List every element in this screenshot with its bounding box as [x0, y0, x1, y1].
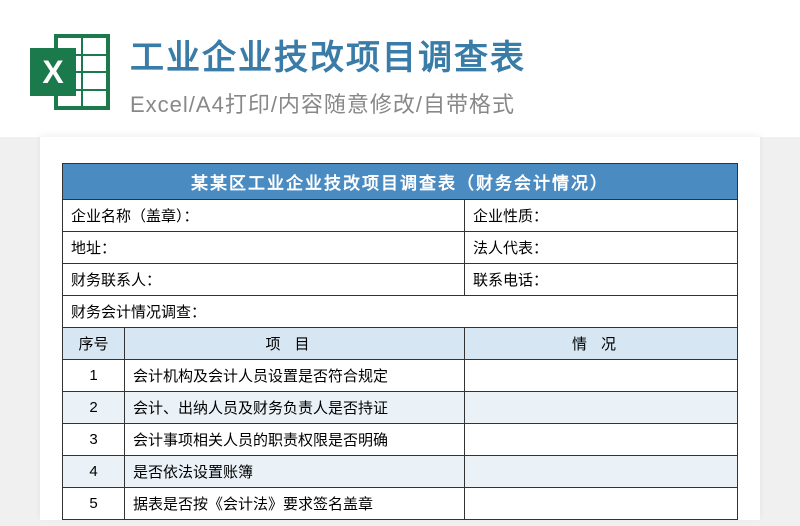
- table-row: 2 会计、出纳人员及财务负责人是否持证: [63, 392, 738, 424]
- table-row: 3 会计事项相关人员的职责权限是否明确: [63, 424, 738, 456]
- excel-file-icon: X: [30, 34, 110, 114]
- row-status: [465, 424, 738, 456]
- table-row: 5 据表是否按《会计法》要求签名盖章: [63, 488, 738, 520]
- row-item: 会计、出纳人员及财务负责人是否持证: [125, 392, 465, 424]
- section-label: 财务会计情况调查：: [63, 296, 738, 328]
- row-item: 是否依法设置账簿: [125, 456, 465, 488]
- column-header-row: 序号 项目 情况: [63, 328, 738, 360]
- excel-x-badge: X: [30, 48, 76, 96]
- document-preview: 某某区工业企业技改项目调查表（财务会计情况） 企业名称（盖章）： 企业性质： 地…: [40, 137, 760, 520]
- row-item: 会计机构及会计人员设置是否符合规定: [125, 360, 465, 392]
- col-header-item: 项目: [125, 328, 465, 360]
- row-item: 据表是否按《会计法》要求签名盖章: [125, 488, 465, 520]
- table-row: 1 会计机构及会计人员设置是否符合规定: [63, 360, 738, 392]
- col-header-seq: 序号: [63, 328, 125, 360]
- survey-form-table: 某某区工业企业技改项目调查表（财务会计情况） 企业名称（盖章）： 企业性质： 地…: [62, 163, 738, 520]
- col-header-status: 情况: [465, 328, 738, 360]
- row-status: [465, 392, 738, 424]
- row-status: [465, 488, 738, 520]
- table-row: 4 是否依法设置账簿: [63, 456, 738, 488]
- section-label-row: 财务会计情况调查：: [63, 296, 738, 328]
- form-title: 某某区工业企业技改项目调查表（财务会计情况）: [63, 164, 738, 200]
- legal-rep-label: 法人代表：: [465, 232, 738, 264]
- row-seq: 4: [63, 456, 125, 488]
- page-subtitle: Excel/A4打印/内容随意修改/自带格式: [130, 87, 760, 119]
- row-seq: 1: [63, 360, 125, 392]
- address-label: 地址：: [63, 232, 465, 264]
- title-block: 工业企业技改项目调查表 Excel/A4打印/内容随意修改/自带格式: [130, 30, 760, 119]
- header-section: X 工业企业技改项目调查表 Excel/A4打印/内容随意修改/自带格式: [0, 0, 800, 137]
- row-status: [465, 456, 738, 488]
- info-row-contact: 财务联系人： 联系电话：: [63, 264, 738, 296]
- row-status: [465, 360, 738, 392]
- company-name-label: 企业名称（盖章）：: [63, 200, 465, 232]
- page-title: 工业企业技改项目调查表: [130, 30, 760, 79]
- row-seq: 5: [63, 488, 125, 520]
- phone-label: 联系电话：: [465, 264, 738, 296]
- row-seq: 3: [63, 424, 125, 456]
- finance-contact-label: 财务联系人：: [63, 264, 465, 296]
- info-row-address: 地址： 法人代表：: [63, 232, 738, 264]
- company-type-label: 企业性质：: [465, 200, 738, 232]
- row-item: 会计事项相关人员的职责权限是否明确: [125, 424, 465, 456]
- row-seq: 2: [63, 392, 125, 424]
- info-row-company: 企业名称（盖章）： 企业性质：: [63, 200, 738, 232]
